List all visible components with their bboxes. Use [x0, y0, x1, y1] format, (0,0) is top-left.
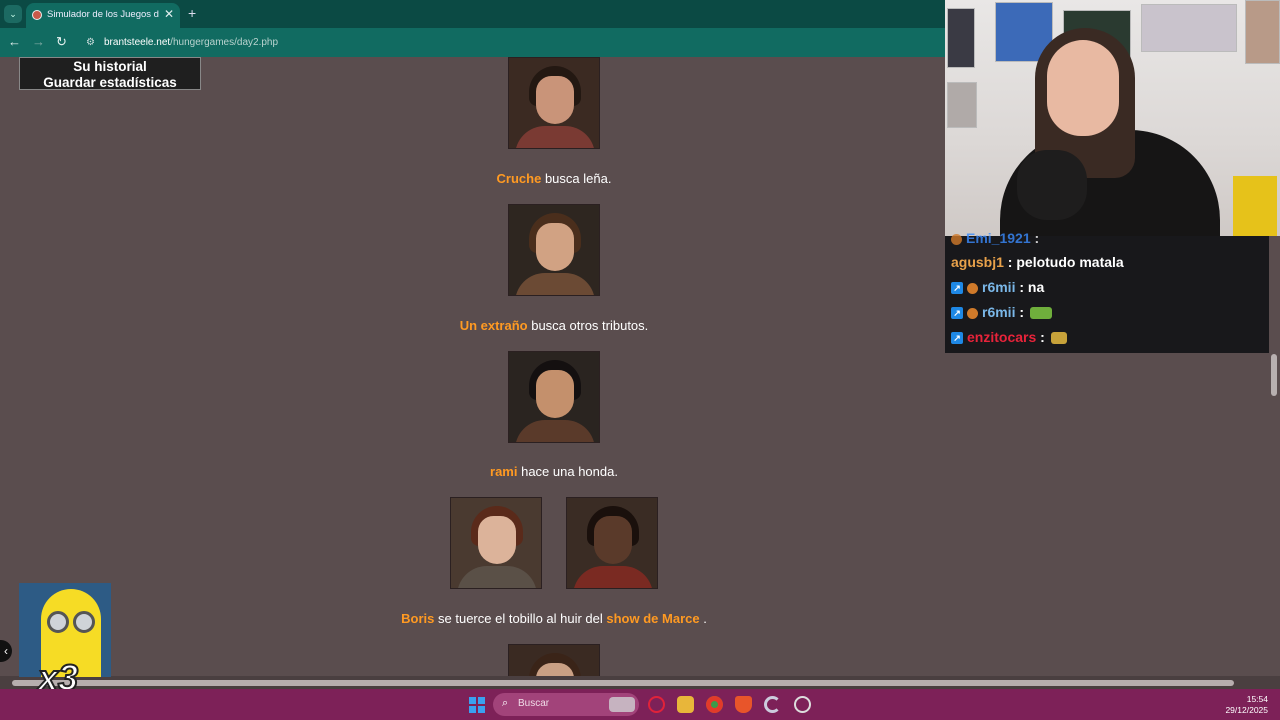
site-favicon-icon	[32, 10, 42, 20]
reload-icon[interactable]: ↻	[56, 34, 67, 50]
search-placeholder: Buscar	[518, 698, 550, 709]
chat-message: ↗ r6mii :	[951, 304, 1052, 320]
chat-message: agusbj1 : pelotudo matala	[951, 254, 1124, 270]
tribute-portrait	[508, 644, 600, 678]
tribute-name: Cruche	[496, 171, 542, 186]
event-text: Un extraño busca otros tributos.	[0, 318, 1108, 333]
event-action: busca otros tributos.	[527, 318, 649, 333]
system-clock[interactable]: 15:54 29/12/2025	[1218, 694, 1268, 716]
url-host: brantsteele.net	[104, 37, 171, 48]
forward-arrow-icon[interactable]: →	[32, 34, 45, 49]
history-stats-box[interactable]: Su historial Guardar estadísticas	[19, 57, 201, 90]
opera-icon[interactable]	[648, 696, 665, 713]
tribute-portrait	[508, 57, 600, 149]
url-path: /hungergames/day2.php	[170, 37, 279, 48]
stream-chat: Emi_1921 : agusbj1 : pelotudo matala ↗ r6…	[945, 230, 1273, 353]
wall-poster	[1141, 4, 1237, 52]
new-tab-button[interactable]: +	[188, 5, 196, 21]
prime-badge-icon: ↗	[951, 307, 963, 320]
webcam-feed	[945, 0, 1280, 236]
chat-text: na	[1027, 279, 1045, 295]
yellow-bag	[1233, 176, 1277, 236]
clock-time: 15:54	[1246, 694, 1268, 704]
tab-close-icon[interactable]: ✕	[164, 7, 174, 21]
wall-poster	[947, 8, 975, 68]
chat-text: pelotudo matala	[1016, 254, 1124, 270]
history-link[interactable]: Su historial	[20, 59, 200, 75]
tab-bar: ⌄ Simulador de los Juegos del Ha ✕ +	[0, 0, 945, 28]
chat-message: ↗ r6mii : na	[951, 279, 1044, 295]
vertical-scroll-thumb[interactable]	[1271, 354, 1277, 396]
chat-username: Emi_1921	[966, 230, 1031, 246]
wall-poster	[1245, 0, 1280, 64]
event-action: se tuerce el tobillo al huir del	[434, 611, 607, 626]
windows-start-icon[interactable]	[469, 697, 485, 713]
event-action: .	[699, 611, 707, 626]
tribute-name: Un extraño	[459, 318, 528, 333]
navigation-bar: ← → ↻ ⚙ brantsteele.net/hungergames/day2…	[0, 28, 945, 57]
tab-list-button[interactable]: ⌄	[4, 5, 22, 23]
emote-icon	[1050, 332, 1067, 345]
search-highlight-icon	[609, 697, 635, 712]
site-info-icon[interactable]: ⚙	[86, 37, 95, 48]
microphone	[1017, 150, 1087, 220]
chat-username: r6mii	[982, 279, 1016, 295]
chat-separator: :	[1036, 329, 1049, 345]
taskbar-search[interactable]: ⌕ Buscar	[493, 693, 639, 716]
tribute-portrait	[566, 497, 658, 589]
file-explorer-icon[interactable]	[677, 696, 694, 713]
prime-badge-icon: ↗	[951, 332, 963, 345]
address-bar[interactable]: brantsteele.net/hungergames/day2.php	[104, 37, 278, 48]
horizontal-scroll-thumb[interactable]	[12, 680, 1234, 686]
wall-poster	[947, 82, 977, 128]
horizontal-scrollbar[interactable]	[0, 676, 1280, 689]
tribute-portrait	[450, 497, 542, 589]
tribute-portrait	[508, 204, 600, 296]
badge-icon	[951, 233, 962, 245]
tab-active[interactable]: Simulador de los Juegos del Ha ✕	[26, 3, 180, 28]
event-action: busca leña.	[541, 171, 612, 186]
streamer-face	[1047, 40, 1119, 136]
clock-date: 29/12/2025	[1225, 705, 1268, 715]
obs-icon[interactable]	[794, 696, 811, 713]
tab-title: Simulador de los Juegos del Ha	[47, 9, 159, 20]
windows-taskbar: ⌕ Buscar 15:54 29/12/2025	[0, 689, 1280, 720]
event-text: Boris se tuerce el tobillo al huir del s…	[0, 611, 1108, 626]
vertical-scrollbar[interactable]	[1269, 236, 1280, 682]
chat-separator: :	[1003, 254, 1017, 270]
chat-username: r6mii	[982, 304, 1016, 320]
event-text: rami hace una honda.	[0, 464, 1108, 479]
tribute-name: show de Marce	[606, 611, 700, 626]
minion-goggle	[73, 611, 95, 633]
chat-message: ↗ enzitocars :	[951, 329, 1067, 345]
chat-separator: :	[1015, 279, 1028, 295]
chat-username: agusbj1	[951, 254, 1004, 270]
tribute-name: Boris	[401, 611, 435, 626]
prime-badge-icon: ↗	[951, 282, 963, 295]
badge-icon	[967, 282, 978, 294]
emote-icon	[1029, 307, 1052, 320]
event-text: Cruche busca leña.	[0, 171, 1108, 186]
chrome-icon[interactable]	[706, 696, 723, 713]
tribute-portrait	[508, 351, 600, 443]
tribute-name: rami	[490, 464, 518, 479]
brave-icon[interactable]	[735, 696, 752, 713]
back-arrow-icon[interactable]: ←	[8, 34, 21, 49]
chat-separator: :	[1030, 230, 1040, 246]
save-stats-link[interactable]: Guardar estadísticas	[20, 75, 200, 91]
badge-icon	[967, 307, 978, 319]
chat-username: enzitocars	[967, 329, 1037, 345]
minion-goggle	[47, 611, 69, 633]
collapse-arrow-icon[interactable]: ‹	[0, 640, 12, 662]
ccleaner-icon[interactable]	[764, 696, 781, 713]
chat-message: Emi_1921 :	[951, 230, 1039, 246]
event-action: hace una honda.	[517, 464, 618, 479]
chat-separator: :	[1015, 304, 1028, 320]
search-icon: ⌕	[502, 697, 509, 709]
